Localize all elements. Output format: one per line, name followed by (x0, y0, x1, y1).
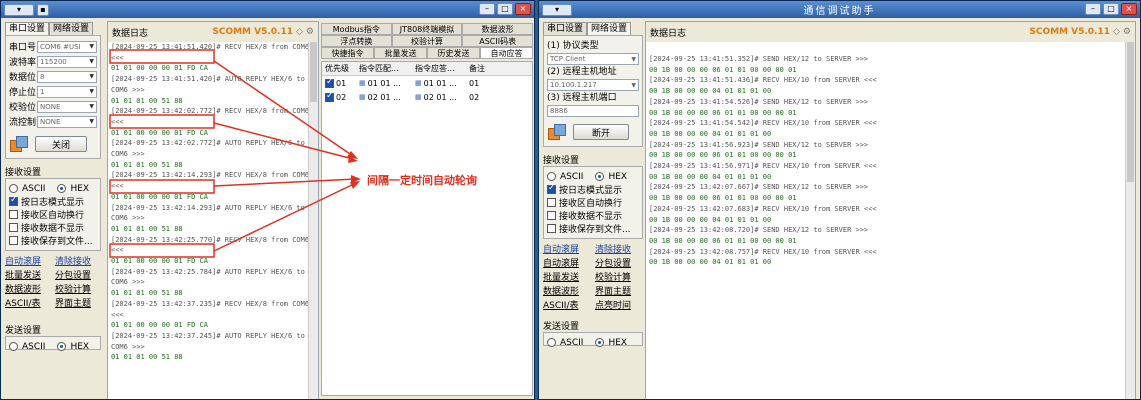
right-log-scrollbar[interactable] (1125, 42, 1135, 399)
host-label: (2) 远程主机地址 (547, 67, 617, 77)
right-log-lines: [2024-09-25 13:41:51.352]# SEND HEX/12 t… (646, 42, 1135, 268)
hex-label: HEX (608, 171, 628, 182)
highlight-box (109, 49, 215, 64)
link-auto-scroll[interactable]: 自动滚屏 (543, 244, 591, 257)
protocol-select[interactable]: TCP Client ▼ (547, 53, 639, 65)
annotation-text: 间隔一定时间自动轮询 (367, 174, 477, 187)
tab-network-settings[interactable]: 网络设置 (587, 22, 632, 35)
window-menu-button[interactable]: ▾ (542, 3, 572, 16)
log-line: 00 1B 00 00 00 04 01 01 01 00 (649, 87, 772, 96)
send-settings-group: ASCII HEX (543, 332, 643, 348)
log-line: 00 1B 00 00 00 06 01 01 00 00 00 01 (649, 65, 797, 74)
send-hex-radio[interactable] (595, 338, 605, 347)
send-settings-title: 发送设置 (543, 322, 580, 332)
send-ascii-label: ASCII (560, 337, 584, 348)
tab-serial-settings[interactable]: 串口设置 (543, 22, 588, 35)
port-label: (3) 远程主机端口 (547, 93, 617, 103)
option-label: 接收保存到文件... (559, 225, 631, 235)
log-header-title: 数据日志 (650, 28, 687, 39)
right-titlebar: ▾ 通信调试助手 – □ × (539, 1, 1140, 18)
scroll-thumb[interactable] (1127, 42, 1134, 182)
log-line: 00 1B 00 00 00 06 01 01 00 00 00 01 (649, 236, 797, 245)
link-waveform[interactable]: 数据波形 (543, 286, 591, 299)
log-line: [2024-09-25 13:41:54.542]# RECV HEX/10 f… (649, 119, 877, 128)
option-label: 按日志模式显示 (559, 186, 623, 196)
host-input[interactable]: 10.100.1.217 ▼ (547, 79, 639, 91)
link-packet-settings[interactable]: 分包设置 (595, 258, 643, 271)
diamond-icon[interactable]: ◇ (1113, 27, 1120, 37)
recv-settings-title: 接收设置 (543, 156, 580, 166)
arrow-line (213, 178, 357, 187)
minimize-button[interactable]: – (1085, 3, 1101, 15)
disconnect-button[interactable]: 断开 (573, 124, 629, 140)
right-window: ▾ 通信调试助手 – □ × 串口设置 网络设置 (1) 协议类型 TCP Cl… (538, 0, 1141, 400)
host-value: 10.100.1.217 (550, 81, 597, 89)
link-light-time[interactable]: 点亮时间 (595, 300, 643, 313)
log-line: [2024-09-25 13:41:51.352]# SEND HEX/12 t… (649, 55, 869, 63)
log-line: [2024-09-25 13:42:07.683]# RECV HEX/10 f… (649, 204, 877, 213)
log-line: 00 1B 00 00 00 04 01 01 01 00 (649, 172, 772, 181)
ascii-radio[interactable] (547, 172, 556, 181)
link-batch-send[interactable]: 批量发送 (543, 272, 591, 285)
log-line: [2024-09-25 13:41:54.526]# SEND HEX/12 t… (649, 97, 869, 106)
network-settings-group: (1) 协议类型 TCP Client ▼ (2) 远程主机地址 10.100.1… (543, 35, 643, 147)
log-line: 00 1B 00 00 00 06 01 01 00 00 00 01 (649, 151, 797, 160)
log-mode-checkbox[interactable] (547, 183, 556, 194)
port-input[interactable]: 8886 (547, 105, 639, 117)
hide-recv-checkbox[interactable] (547, 211, 556, 220)
window-title: 通信调试助手 (803, 6, 876, 17)
log-line: 00 1B 00 00 00 04 01 01 01 00 (649, 215, 772, 224)
save-file-checkbox[interactable] (547, 224, 556, 233)
protocol-value: TCP Client (550, 55, 586, 63)
send-ascii-radio[interactable] (547, 338, 556, 347)
quick-links: 自动滚屏 清除接收 自动滚屏 分包设置 批量发送 校验计算 数据波形 界面主题 … (543, 244, 643, 313)
log-line: [2024-09-25 13:41:51.436]# RECV HEX/10 f… (649, 76, 877, 85)
log-line: 00 1B 00 00 00 06 01 01 00 00 00 01 (649, 194, 797, 203)
chevron-down-icon: ▼ (631, 81, 636, 89)
log-line: [2024-09-25 13:41:56.923]# SEND HEX/12 t… (649, 140, 869, 149)
right-log-panel: 数据日志 SCOMM V5.0.11 ◇ ⚙ [2024-09-25 13:41:5… (645, 21, 1136, 399)
option-label: 接收区自动换行 (559, 199, 623, 209)
link-clear-recv[interactable]: 清除接收 (595, 244, 643, 257)
annotation-overlay (109, 49, 361, 258)
send-hex-label: HEX (608, 337, 628, 348)
ascii-label: ASCII (560, 171, 584, 182)
recv-settings-group: ASCII HEX 按日志模式显示 接收区自动换行 接收数据不显示 接收保存到文… (543, 166, 643, 239)
close-window-button[interactable]: × (1121, 3, 1137, 15)
log-line: [2024-09-25 13:42:08.757]# RECV HEX/10 f… (649, 247, 877, 256)
arrow-line (213, 182, 357, 252)
link-ascii-table[interactable]: ASCII/表 (543, 300, 591, 313)
left-window: ▾ ▪ – □ × 串口设置 网络设置 串口号 COM6 #USI ▼ 波特率 115… (0, 0, 535, 400)
log-line: [2024-09-25 13:42:07.667]# SEND HEX/12 t… (649, 183, 869, 192)
hex-radio[interactable] (595, 172, 605, 181)
option-label: 接收数据不显示 (559, 212, 623, 222)
link-auto-scroll-2[interactable]: 自动滚屏 (543, 258, 591, 271)
brand-label: SCOMM V5.0.11 (1029, 27, 1110, 37)
link-checksum[interactable]: 校验计算 (595, 272, 643, 285)
log-line: 00 1B 00 00 00 04 01 01 01 00 (649, 258, 772, 267)
log-line: 00 1B 00 00 00 06 01 01 00 00 00 01 (649, 108, 797, 117)
highlight-box (109, 179, 215, 194)
maximize-button[interactable]: □ (1103, 3, 1119, 15)
log-line: [2024-09-25 13:41:56.971]# RECV HEX/10 f… (649, 162, 877, 171)
right-sidepanel: 串口设置 网络设置 (1) 协议类型 TCP Client ▼ (2) 远程主机地… (543, 21, 643, 348)
log-line: 00 1B 00 00 00 04 01 01 01 00 (649, 129, 772, 138)
highlight-box (109, 243, 215, 258)
settings-icon[interactable]: ⚙ (1123, 27, 1131, 37)
highlight-box (109, 114, 215, 129)
auto-wrap-checkbox[interactable] (547, 198, 556, 207)
chevron-down-icon: ▼ (631, 55, 636, 63)
arrowhead (350, 181, 360, 189)
connection-status-icon (547, 123, 567, 141)
link-theme[interactable]: 界面主题 (595, 286, 643, 299)
port-value: 8886 (550, 107, 568, 115)
protocol-label: (1) 协议类型 (547, 41, 599, 51)
log-line: [2024-09-25 13:42:08.720]# SEND HEX/12 t… (649, 226, 869, 235)
